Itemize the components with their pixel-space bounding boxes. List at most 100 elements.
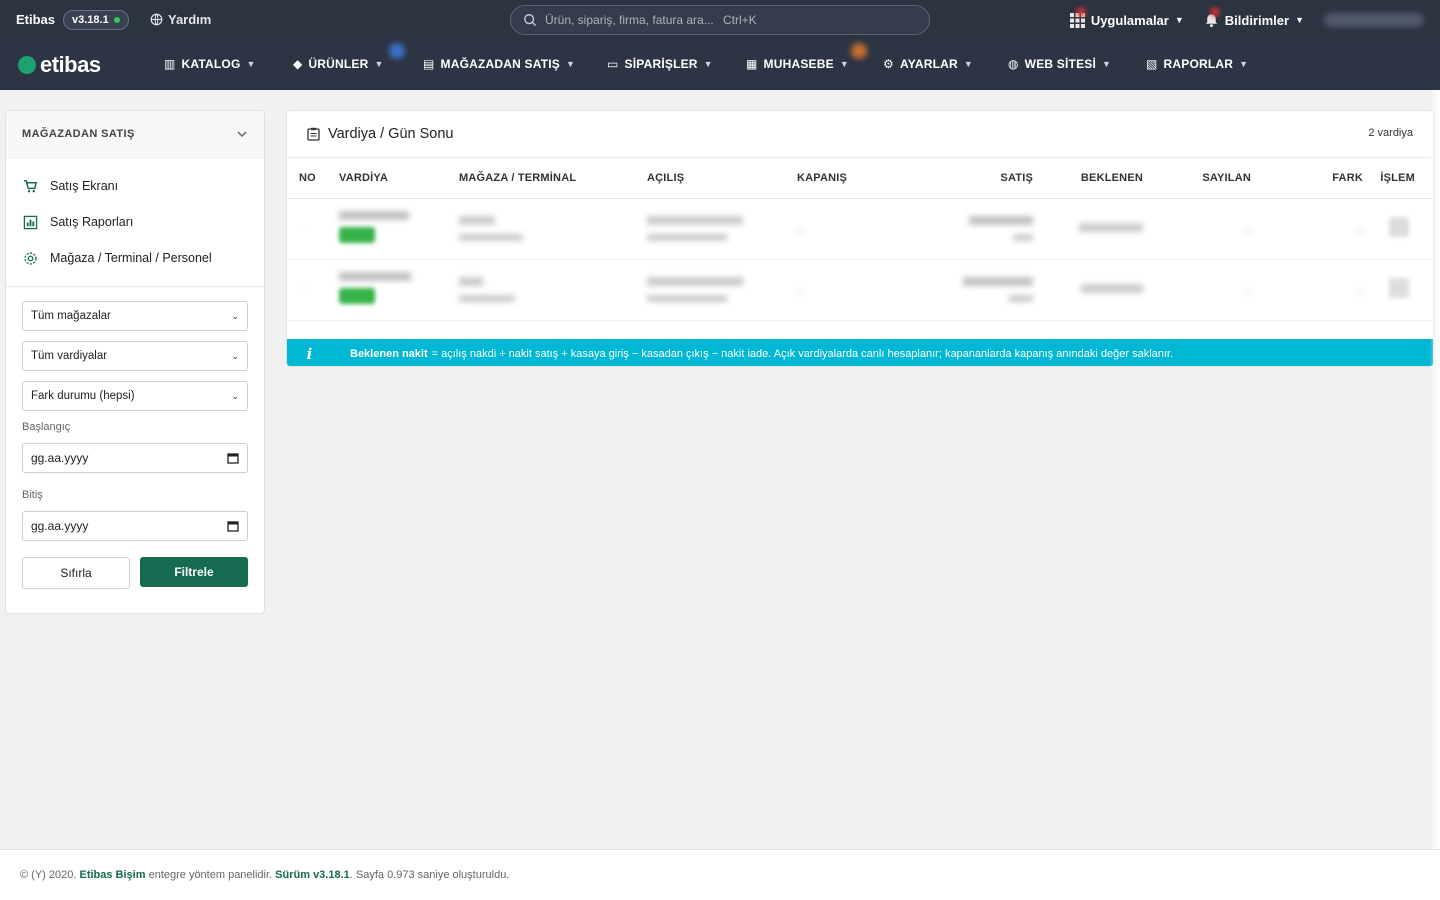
row-action-button[interactable]	[1389, 278, 1409, 298]
start-date-placeholder: gg.aa.yyyy	[31, 451, 89, 465]
search-input[interactable]	[545, 13, 715, 27]
chevron-down-icon	[237, 131, 247, 138]
row-shift-cell	[339, 259, 459, 321]
row-action-cell	[1363, 259, 1433, 321]
difference-select-value: Fark durumu (hepsi)	[31, 390, 135, 402]
nav-web-sitesi-label: WEB SİTESİ	[1024, 57, 1097, 71]
cart-icon: ▭	[607, 57, 619, 71]
sidebar-header[interactable]: MAĞAZADAN SATIŞ	[6, 111, 264, 158]
calendar-icon[interactable]	[227, 452, 239, 464]
column-fark[interactable]: FARK	[1251, 158, 1363, 199]
etibas-logo[interactable]: etibas	[18, 52, 101, 78]
column-kapanis[interactable]: KAPANIŞ	[797, 158, 947, 199]
column-satis[interactable]: SATIŞ	[947, 158, 1033, 199]
column-acilis[interactable]: AÇILIŞ	[647, 158, 797, 199]
notifications-label: Bildirimler	[1224, 12, 1290, 28]
globe-icon: ◍	[1008, 57, 1019, 71]
chevron-down-icon: ▼	[1295, 15, 1304, 25]
version-badge: v3.18.1	[63, 10, 129, 30]
search-shortcut: Ctrl+K	[723, 13, 757, 27]
row-shift-cell	[339, 198, 459, 260]
row-action-button[interactable]	[1389, 217, 1409, 237]
row-store-cell	[459, 198, 647, 260]
reset-button[interactable]: Sıfırla	[22, 557, 130, 589]
column-sayilan[interactable]: SAYILAN	[1143, 158, 1251, 199]
nav-web-sitesi[interactable]: ◍ WEB SİTESİ ▼	[1008, 57, 1111, 71]
nav-muhasebe[interactable]: ▦ MUHASEBE ▼	[746, 57, 849, 71]
globe-icon	[150, 13, 163, 26]
row-action-cell	[1363, 198, 1433, 260]
nav-raporlar[interactable]: ▧ RAPORLAR ▼	[1146, 57, 1248, 71]
nav-ayarlar[interactable]: ⚙ AYARLAR ▼	[883, 57, 973, 71]
footer-middle: entegre yöntem panelidir.	[148, 869, 273, 881]
table-row[interactable]: ·	[287, 259, 1433, 321]
sidebar-menu: Satış Ekranı Satış Raporları Mağaza / Te…	[6, 158, 264, 287]
row-expected-cell	[1033, 198, 1143, 260]
search-icon	[524, 14, 537, 27]
version-label: v3.18.1	[72, 14, 109, 26]
filter-button[interactable]: Filtrele	[140, 557, 248, 587]
info-icon: i	[306, 344, 313, 363]
apps-menu[interactable]: Uygulamalar ▼	[1069, 6, 1184, 28]
gear-icon: ⚙	[883, 57, 894, 71]
row-diff-cell	[1251, 198, 1363, 260]
column-vardiya[interactable]: VARDİYA	[339, 158, 459, 199]
row-expected-cell	[1033, 259, 1143, 321]
brand-name[interactable]: Etibas	[16, 12, 55, 27]
row-sales-cell	[947, 198, 1033, 260]
global-search[interactable]: Ctrl+K	[510, 5, 930, 35]
row-diff-cell	[1251, 259, 1363, 321]
info-text: = açılış nakdi + nakit satış + kasaya gi…	[431, 347, 1174, 360]
settings-cog-icon	[22, 250, 38, 266]
tag-icon: ◆	[293, 57, 303, 71]
chevron-down-icon: ⌄	[231, 350, 239, 361]
difference-select[interactable]: Fark durumu (hepsi) ⌄	[22, 381, 248, 411]
column-no[interactable]: NO	[287, 158, 339, 199]
info-bold: Beklenen nakit	[350, 347, 428, 360]
row-counted-cell	[1143, 198, 1251, 260]
main-navigation: etibas ▥ KATALOG ▼ ◆ ÜRÜNLER ▼ ▤ MAĞAZAD…	[0, 40, 1440, 90]
urunler-badge	[389, 43, 405, 59]
logo-text: etibas	[40, 52, 101, 77]
chevron-down-icon: ⌄	[231, 310, 239, 321]
help-label: Yardım	[168, 12, 212, 27]
start-date-input[interactable]: gg.aa.yyyy	[22, 443, 248, 473]
sidebar-item-magaza-terminal-personel[interactable]: Mağaza / Terminal / Personel	[6, 240, 264, 276]
end-date-input[interactable]: gg.aa.yyyy	[22, 511, 248, 541]
sidebar-item-label: Satış Raporları	[50, 215, 134, 229]
books-icon: ▥	[164, 57, 176, 71]
column-beklenen[interactable]: BEKLENEN	[1033, 158, 1143, 199]
sidebar-item-satis-ekrani[interactable]: Satış Ekranı	[6, 168, 264, 204]
nav-urunler[interactable]: ◆ ÜRÜNLER ▼	[293, 57, 384, 71]
info-alert: i Beklenen nakit = açılış nakdi + nakit …	[287, 339, 1433, 366]
report-chart-icon	[22, 214, 38, 230]
column-islem[interactable]: İŞLEM	[1363, 158, 1433, 199]
user-menu[interactable]	[1324, 13, 1424, 27]
footer-company-link[interactable]: Etibas Bişim	[79, 869, 145, 881]
card-header: Vardiya / Gün Sonu	[287, 111, 1433, 158]
column-magaza-terminal[interactable]: MAĞAZA / TERMİNAL	[459, 158, 647, 199]
sidebar: MAĞAZADAN SATIŞ Satış Ekranı Satış Rapor…	[5, 110, 265, 614]
notifications-menu[interactable]: Bildirimler ▼	[1204, 6, 1304, 28]
footer-version-link[interactable]: Sürüm v3.18.1	[275, 869, 350, 881]
apps-badge	[1075, 6, 1086, 17]
nav-magazadan-satis-label: MAĞAZADAN SATIŞ	[440, 57, 560, 71]
muhasebe-badge	[851, 43, 867, 59]
shift-table: NO VARDİYA MAĞAZA / TERMİNAL AÇILIŞ KAPA…	[287, 158, 1433, 321]
chevron-down-icon: ▼	[703, 59, 713, 69]
calendar-icon[interactable]	[227, 520, 239, 532]
page-title: Vardiya / Gün Sonu	[328, 126, 454, 142]
nav-siparisler[interactable]: ▭ SİPARİŞLER ▼	[607, 57, 713, 71]
shift-select[interactable]: Tüm vardiyalar ⌄	[22, 341, 248, 371]
store-select[interactable]: Tüm mağazalar ⌄	[22, 301, 248, 331]
row-close-cell	[797, 259, 947, 321]
nav-muhasebe-label: MUHASEBE	[763, 57, 834, 71]
store-icon: ▤	[423, 57, 435, 71]
nav-magazadan-satis[interactable]: ▤ MAĞAZADAN SATIŞ ▼	[423, 57, 575, 71]
logo-mark-icon	[18, 56, 36, 74]
help-link[interactable]: Yardım	[150, 12, 211, 27]
sidebar-item-satis-raporlari[interactable]: Satış Raporları	[6, 204, 264, 240]
nav-katalog[interactable]: ▥ KATALOG ▼	[164, 57, 256, 71]
table-row[interactable]: ·	[287, 198, 1433, 260]
footer-suffix: . Sayfa 0.973 saniye oluşturuldu.	[349, 869, 510, 881]
